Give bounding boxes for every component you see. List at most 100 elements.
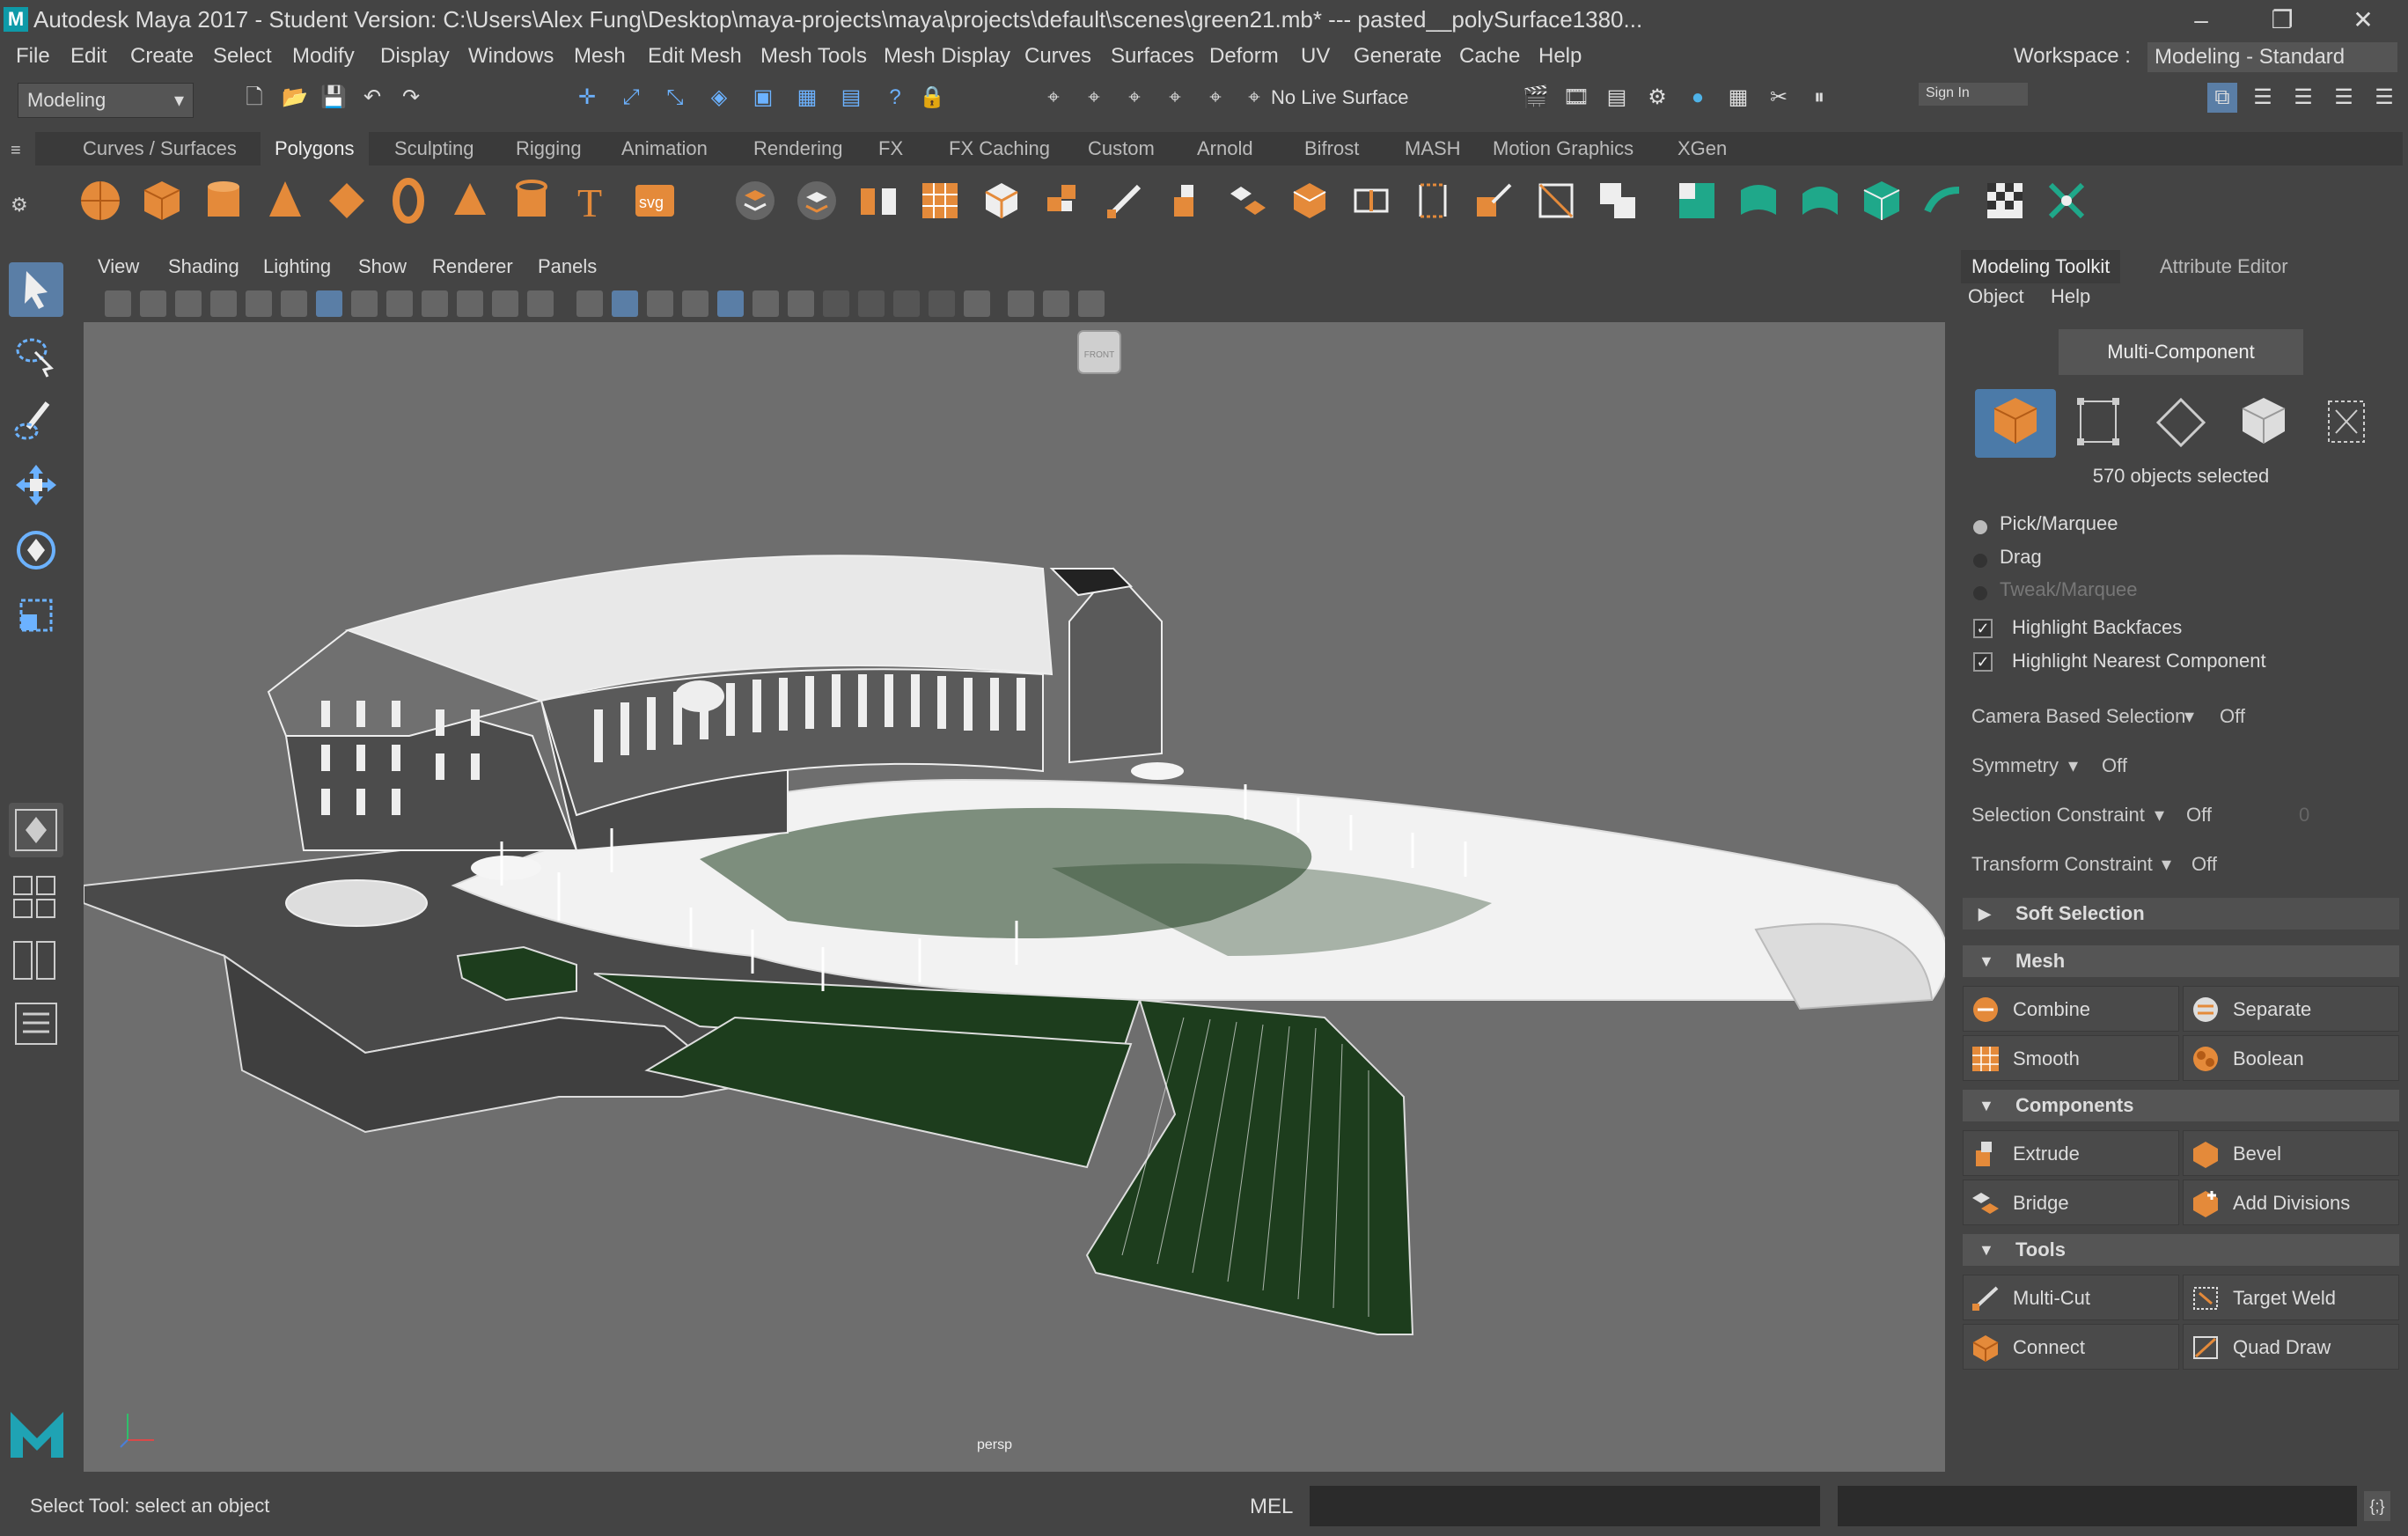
- shelf-tab-xgen[interactable]: XGen: [1663, 132, 1741, 165]
- image-plane-icon[interactable]: [210, 290, 237, 317]
- lasso-tool-icon[interactable]: [9, 327, 63, 382]
- shelf-tab-fx-caching[interactable]: FX Caching: [935, 132, 1064, 165]
- isolate-select-icon[interactable]: [964, 290, 990, 317]
- anti-aliasing-icon[interactable]: [893, 290, 920, 317]
- shelf-tab-animation[interactable]: Animation: [607, 132, 722, 165]
- pick-marquee-radio[interactable]: [1973, 520, 1987, 534]
- viewport-menu-show[interactable]: Show: [358, 255, 407, 278]
- close-icon[interactable]: ✕: [2324, 0, 2403, 40]
- components-section-header[interactable]: ▼ Components: [1963, 1090, 2399, 1121]
- highlight-backfaces-checkbox[interactable]: ✓: [1973, 619, 1993, 638]
- menu-modify[interactable]: Modify: [292, 44, 355, 69]
- tool-settings-icon[interactable]: ☰: [2288, 83, 2318, 113]
- move-tool-icon[interactable]: [9, 458, 63, 512]
- snap-point-icon[interactable]: ▦: [792, 83, 822, 113]
- mode-dropdown[interactable]: Modeling ▾: [18, 83, 194, 118]
- shelf-tab-polygons[interactable]: Polygons: [261, 132, 369, 165]
- select-by-component-icon[interactable]: ⤡: [660, 83, 690, 113]
- paint-select-tool-icon[interactable]: [9, 393, 63, 447]
- outliner-icon[interactable]: ☰: [2369, 83, 2399, 113]
- snap-view-icon[interactable]: ▤: [836, 83, 866, 113]
- menu-deform[interactable]: Deform: [1209, 44, 1279, 69]
- symmetry-icon[interactable]: ⌖: [1039, 83, 1068, 113]
- select-tool-icon[interactable]: [9, 262, 63, 317]
- bevel-shelf-icon[interactable]: [1285, 176, 1334, 225]
- poly-sphere-icon[interactable]: [76, 176, 125, 225]
- snap-grid-icon[interactable]: ◈: [704, 83, 734, 113]
- menu-edit-mesh[interactable]: Edit Mesh: [648, 44, 742, 69]
- uv-planar-icon[interactable]: [1672, 176, 1722, 225]
- smooth-shade-icon[interactable]: [612, 290, 638, 317]
- menu-help[interactable]: Help: [1538, 44, 1582, 69]
- hypershade-icon[interactable]: ●: [1683, 83, 1713, 113]
- motion-blur-icon[interactable]: [858, 290, 885, 317]
- menu-uv[interactable]: UV: [1301, 44, 1330, 69]
- four-view-layout-icon[interactable]: [9, 871, 63, 922]
- select-by-object-icon[interactable]: ⤢: [616, 83, 646, 113]
- render-view-icon[interactable]: 🎬: [1521, 83, 1551, 113]
- single-perspective-view-icon[interactable]: [9, 803, 63, 857]
- menu-cache[interactable]: Cache: [1459, 44, 1520, 69]
- depth-of-field-icon[interactable]: [929, 290, 955, 317]
- shelf-tab-curves-surfaces[interactable]: Curves / Surfaces: [69, 132, 251, 165]
- menu-icon[interactable]: ≡: [11, 141, 21, 161]
- open-scene-icon[interactable]: 📂: [280, 83, 310, 113]
- mel-label[interactable]: MEL: [1250, 1495, 1293, 1519]
- attribute-editor-icon[interactable]: ☰: [2248, 83, 2278, 113]
- sign-in-button[interactable]: Sign In: [1919, 83, 2028, 106]
- show-modeling-toolkit-icon[interactable]: ⧉: [2207, 83, 2237, 113]
- channel-box-icon[interactable]: ☰: [2329, 83, 2359, 113]
- poly-pyramid-icon[interactable]: [445, 176, 495, 225]
- edge-mode-icon[interactable]: [2140, 389, 2221, 458]
- resolution-gate-icon[interactable]: [386, 290, 413, 317]
- persp-outliner-layout-icon[interactable]: [9, 933, 63, 988]
- transform-constraint-dropdown[interactable]: ▾: [2162, 853, 2171, 876]
- uv-unfold-icon[interactable]: [1919, 176, 1968, 225]
- wireframe-icon[interactable]: [576, 290, 603, 317]
- shelf-tab-sculpting[interactable]: Sculpting: [380, 132, 488, 165]
- uv-spherical-icon[interactable]: [1795, 176, 1845, 225]
- redo-icon[interactable]: ↷: [396, 83, 426, 113]
- shelf-tab-rendering[interactable]: Rendering: [739, 132, 857, 165]
- render-setup-icon[interactable]: ▦: [1723, 83, 1753, 113]
- shelf-tab-motion-graphics[interactable]: Motion Graphics: [1479, 132, 1648, 165]
- multi-cut-button[interactable]: Multi-Cut: [1963, 1275, 2179, 1320]
- mirror-icon[interactable]: [854, 176, 903, 225]
- bridge-button[interactable]: Bridge: [1963, 1180, 2179, 1225]
- combine-button[interactable]: Combine: [1963, 986, 2179, 1032]
- make-live-icon[interactable]: ⌖: [1239, 83, 1269, 113]
- live-surface-label[interactable]: No Live Surface: [1271, 86, 1409, 109]
- boolean-button[interactable]: Boolean: [2183, 1035, 2399, 1081]
- multi-cut-shelf-icon[interactable]: [1100, 176, 1149, 225]
- viewport-menu-view[interactable]: View: [98, 255, 139, 278]
- xray-joints-icon[interactable]: [1008, 290, 1034, 317]
- poly-cube-icon[interactable]: [137, 176, 187, 225]
- face-mode-icon[interactable]: [2223, 389, 2304, 458]
- extrude-button[interactable]: Extrude: [1963, 1130, 2179, 1176]
- script-editor-icon[interactable]: {;}: [2364, 1491, 2390, 1521]
- render-settings-icon[interactable]: ⚙: [1642, 83, 1672, 113]
- reduce-icon[interactable]: [977, 176, 1026, 225]
- perspective-viewport[interactable]: FRONT persp: [84, 322, 1945, 1472]
- menu-mesh[interactable]: Mesh: [574, 44, 626, 69]
- camera-attributes-icon[interactable]: [140, 290, 166, 317]
- combine-shelf-icon[interactable]: [730, 176, 780, 225]
- ambient-occlusion-icon[interactable]: [823, 290, 849, 317]
- target-weld-shelf-icon[interactable]: [1470, 176, 1519, 225]
- smooth-button[interactable]: Smooth: [1963, 1035, 2179, 1081]
- gate-mask-icon[interactable]: [422, 290, 448, 317]
- panel-menu-object[interactable]: Object: [1968, 285, 2024, 308]
- boolean-shelf-icon[interactable]: [1593, 176, 1642, 225]
- help-icon[interactable]: ?: [880, 83, 910, 113]
- poly-plane-icon[interactable]: [322, 176, 371, 225]
- lock-icon[interactable]: 🔒: [917, 83, 947, 113]
- grease-pencil-icon[interactable]: [281, 290, 307, 317]
- viewport-menu-lighting[interactable]: Lighting: [263, 255, 331, 278]
- xray-icon[interactable]: [717, 290, 744, 317]
- snap-edge-icon[interactable]: ⌖: [1120, 83, 1149, 113]
- remesh-icon[interactable]: [1039, 176, 1088, 225]
- shadows-icon[interactable]: [788, 290, 814, 317]
- snap-face-icon[interactable]: ⌖: [1079, 83, 1109, 113]
- pause-icon[interactable]: ⏸: [1804, 83, 1834, 113]
- ipr-render-icon[interactable]: ▤: [1602, 83, 1632, 113]
